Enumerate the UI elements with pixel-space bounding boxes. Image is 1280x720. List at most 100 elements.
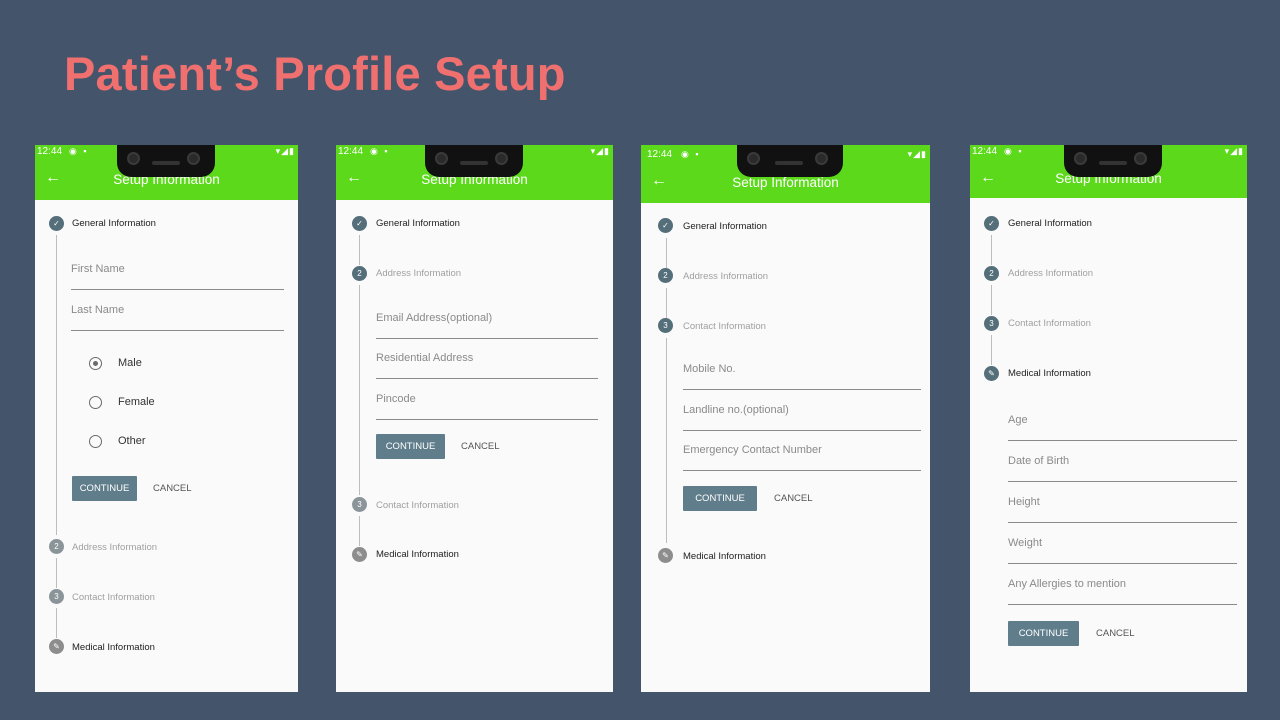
- step-connector: [991, 235, 992, 265]
- emergency-contact-field[interactable]: Emergency Contact Number: [683, 431, 921, 471]
- step-address-label[interactable]: Address Information: [72, 542, 157, 553]
- pincode-placeholder: Pincode: [376, 393, 416, 405]
- step-general-label[interactable]: General Information: [376, 218, 460, 229]
- radio-male[interactable]: [89, 357, 102, 370]
- height-placeholder: Height: [1008, 496, 1040, 508]
- signal-battery-icons: ▾◢▮: [1224, 146, 1244, 156]
- continue-button[interactable]: CONTINUE: [72, 476, 137, 501]
- phone-screen-general: 12:44 ◉ ▪ ▾◢▮ ← Setup Information ✓ Gene…: [35, 145, 298, 692]
- landline-field[interactable]: Landline no.(optional): [683, 391, 921, 431]
- status-time: 12:44: [37, 146, 63, 157]
- phone-screen-medical: 12:44 ◉ ▪ ▾◢▮ ← Setup Information ✓ Gene…: [970, 145, 1247, 692]
- allergies-placeholder: Any Allergies to mention: [1008, 578, 1127, 590]
- notification-icons: ◉ ▪: [681, 149, 701, 159]
- mobile-field[interactable]: Mobile No.: [683, 350, 921, 390]
- notification-icons: ◉ ▪: [1004, 146, 1024, 156]
- residential-address-field[interactable]: Residential Address: [376, 339, 598, 379]
- camera-notch: [737, 145, 843, 177]
- radio-other[interactable]: [89, 435, 102, 448]
- pincode-field[interactable]: Pincode: [376, 380, 598, 420]
- camera-notch: [1064, 145, 1162, 177]
- mobile-placeholder: Mobile No.: [683, 363, 736, 375]
- step-connector: [56, 608, 57, 638]
- step-number-3[interactable]: 3: [984, 316, 999, 331]
- cancel-button[interactable]: CANCEL: [1096, 621, 1135, 646]
- signal-battery-icons: ▾◢▮: [590, 146, 610, 156]
- step-general-label[interactable]: General Information: [72, 218, 156, 229]
- email-field[interactable]: Email Address(optional): [376, 299, 598, 339]
- step-connector: [666, 238, 667, 268]
- date-of-birth-field[interactable]: Date of Birth: [1008, 442, 1237, 482]
- step-number-2[interactable]: 2: [49, 539, 64, 554]
- continue-button[interactable]: CONTINUE: [376, 434, 445, 459]
- pencil-icon[interactable]: ✎: [352, 547, 367, 562]
- pencil-icon[interactable]: ✎: [984, 366, 999, 381]
- status-time: 12:44: [647, 149, 673, 160]
- last-name-placeholder: Last Name: [71, 304, 125, 316]
- allergies-field[interactable]: Any Allergies to mention: [1008, 565, 1237, 605]
- first-name-placeholder: First Name: [71, 263, 125, 275]
- signal-battery-icons: ▾◢▮: [907, 149, 927, 159]
- step-address-label[interactable]: Address Information: [376, 268, 461, 279]
- radio-female[interactable]: [89, 396, 102, 409]
- step-number-2[interactable]: 2: [352, 266, 367, 281]
- check-icon[interactable]: ✓: [658, 218, 673, 233]
- radio-label-other: Other: [118, 435, 146, 447]
- height-field[interactable]: Height: [1008, 483, 1237, 523]
- step-connector: [991, 285, 992, 315]
- landline-placeholder: Landline no.(optional): [683, 404, 789, 416]
- first-name-field[interactable]: First Name: [71, 250, 284, 290]
- step-address-label[interactable]: Address Information: [683, 271, 768, 282]
- check-icon[interactable]: ✓: [984, 216, 999, 231]
- notification-icons: ◉ ▪: [370, 146, 390, 156]
- step-medical-label[interactable]: Medical Information: [683, 551, 766, 562]
- phone-screen-address: 12:44 ◉ ▪ ▾◢▮ ← Setup Information ✓ Gene…: [336, 145, 613, 692]
- step-connector: [359, 285, 360, 495]
- cancel-button[interactable]: CANCEL: [153, 476, 192, 501]
- step-connector: [991, 335, 992, 365]
- emergency-contact-placeholder: Emergency Contact Number: [683, 444, 822, 456]
- app-bar-title: Setup Information: [732, 175, 839, 190]
- step-medical-label[interactable]: Medical Information: [72, 642, 155, 653]
- status-time: 12:44: [338, 146, 364, 157]
- step-general-label[interactable]: General Information: [683, 221, 767, 232]
- step-medical-label[interactable]: Medical Information: [376, 549, 459, 560]
- notification-icons: ◉ ▪: [69, 146, 89, 156]
- step-address-label[interactable]: Address Information: [1008, 268, 1093, 279]
- radio-label-male: Male: [118, 357, 142, 369]
- pencil-icon[interactable]: ✎: [49, 639, 64, 654]
- weight-placeholder: Weight: [1008, 537, 1043, 549]
- check-icon[interactable]: ✓: [352, 216, 367, 231]
- age-field[interactable]: Age: [1008, 401, 1237, 441]
- camera-notch: [117, 145, 215, 177]
- step-contact-label[interactable]: Contact Information: [72, 592, 155, 603]
- step-number-3[interactable]: 3: [658, 318, 673, 333]
- step-general-label[interactable]: General Information: [1008, 218, 1092, 229]
- camera-notch: [425, 145, 523, 177]
- phone-screen-contact: 12:44 ◉ ▪ ▾◢▮ ← Setup Information ✓ Gene…: [641, 145, 930, 692]
- step-number-3[interactable]: 3: [49, 589, 64, 604]
- step-connector: [56, 558, 57, 588]
- step-contact-label[interactable]: Contact Information: [376, 500, 459, 511]
- step-connector: [359, 516, 360, 546]
- pencil-icon[interactable]: ✎: [658, 548, 673, 563]
- cancel-button[interactable]: CANCEL: [774, 486, 813, 511]
- step-contact-label[interactable]: Contact Information: [683, 321, 766, 332]
- step-number-2[interactable]: 2: [984, 266, 999, 281]
- weight-field[interactable]: Weight: [1008, 524, 1237, 564]
- check-icon[interactable]: ✓: [49, 216, 64, 231]
- step-number-2[interactable]: 2: [658, 268, 673, 283]
- step-connector: [666, 338, 667, 543]
- step-contact-label[interactable]: Contact Information: [1008, 318, 1091, 329]
- step-medical-label[interactable]: Medical Information: [1008, 368, 1091, 379]
- continue-button[interactable]: CONTINUE: [683, 486, 757, 511]
- continue-button[interactable]: CONTINUE: [1008, 621, 1079, 646]
- step-connector: [359, 235, 360, 265]
- residential-address-placeholder: Residential Address: [376, 352, 474, 364]
- step-number-3[interactable]: 3: [352, 497, 367, 512]
- date-of-birth-placeholder: Date of Birth: [1008, 455, 1070, 467]
- cancel-button[interactable]: CANCEL: [461, 434, 500, 459]
- signal-battery-icons: ▾◢▮: [275, 146, 295, 156]
- last-name-field[interactable]: Last Name: [71, 291, 284, 331]
- status-time: 12:44: [972, 146, 998, 157]
